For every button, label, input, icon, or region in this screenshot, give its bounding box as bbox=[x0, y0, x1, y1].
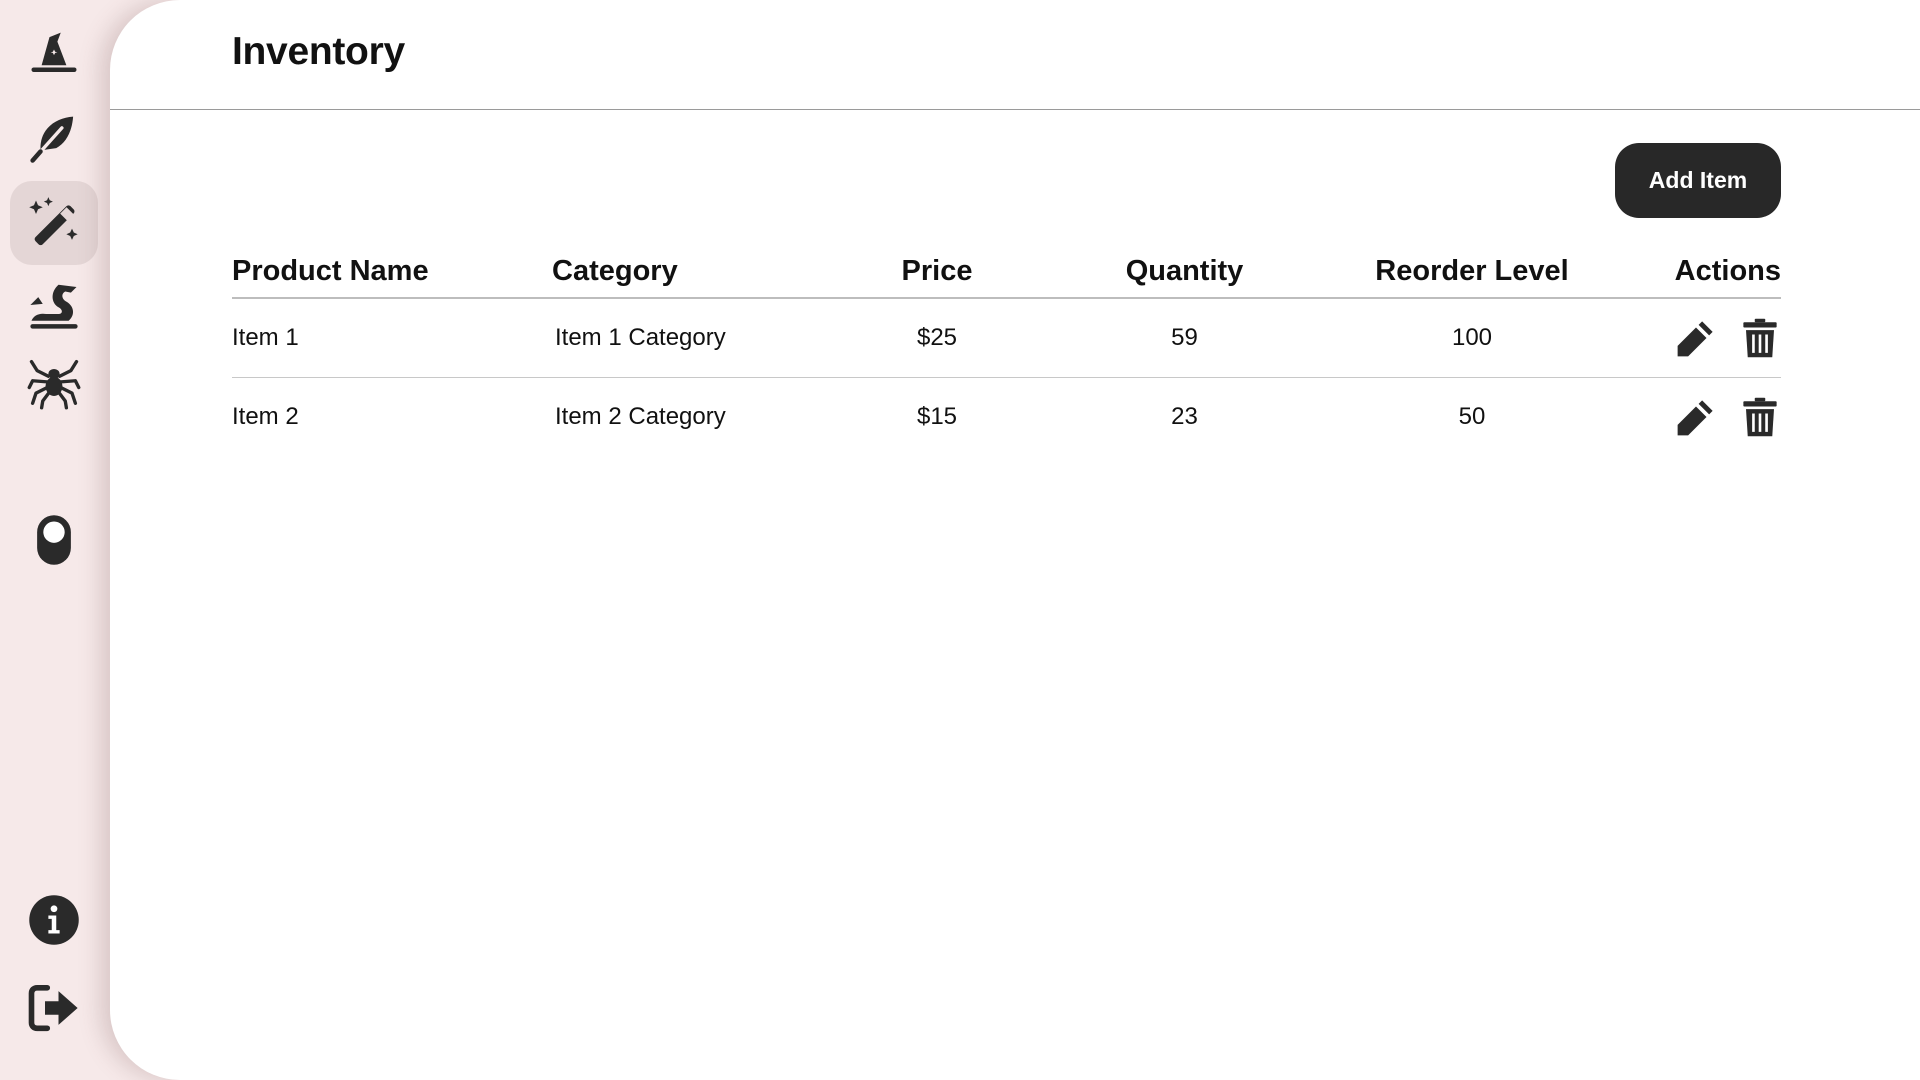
actions-cell bbox=[1597, 298, 1781, 378]
quantity-cell: 23 bbox=[1171, 403, 1198, 430]
column-header-quantity: Quantity bbox=[1022, 245, 1347, 299]
inventory-table: Product Name Category Price Quantity Reo… bbox=[232, 245, 1781, 456]
column-header-actions: Actions bbox=[1597, 245, 1781, 299]
delete-button[interactable] bbox=[1739, 317, 1781, 359]
price-cell: $15 bbox=[916, 403, 958, 430]
dragon-icon bbox=[30, 284, 78, 329]
app-window: Inventory Add Item Product Name Category… bbox=[0, 0, 1920, 1080]
logout-icon bbox=[28, 984, 78, 1032]
edit-icon bbox=[1677, 321, 1713, 357]
sidebar-item-spider[interactable] bbox=[10, 341, 98, 425]
page-title: Inventory bbox=[232, 30, 405, 73]
price-cell: $25 bbox=[852, 298, 1022, 378]
reorder-level-cell: 100 bbox=[1347, 298, 1597, 378]
product-name-cell: Item 1 bbox=[232, 298, 552, 378]
product-name-cell: Item 2 bbox=[232, 403, 299, 430]
column-header-reorder-level: Reorder Level bbox=[1347, 245, 1597, 299]
category-cell: Item 2 Category bbox=[555, 403, 726, 430]
spider-icon bbox=[27, 359, 81, 410]
table-header-row: Product Name Category Price Quantity Reo… bbox=[232, 245, 1781, 299]
wizard-hat-icon bbox=[31, 32, 77, 72]
main-panel: Inventory Add Item Product Name Category… bbox=[110, 0, 1920, 1080]
sidebar-item-dragon[interactable] bbox=[10, 263, 98, 347]
sidebar-item-wizard[interactable] bbox=[10, 12, 98, 96]
edit-icon bbox=[1677, 400, 1713, 436]
category-cell: Item 1 Category bbox=[552, 298, 852, 378]
table-row: Item 1 Item 1 Category $25 59 100 bbox=[232, 298, 1781, 378]
table-row: Item 2 Item 2 Category $15 23 50 bbox=[232, 378, 1781, 457]
reorder-level-cell: 50 bbox=[1458, 403, 1486, 430]
add-item-button[interactable]: Add Item bbox=[1615, 143, 1781, 218]
info-icon bbox=[29, 895, 79, 945]
feather-icon bbox=[30, 116, 74, 163]
actions-cell bbox=[1597, 378, 1781, 457]
delete-icon bbox=[1743, 318, 1777, 358]
column-header-category: Category bbox=[552, 245, 852, 299]
delete-icon bbox=[1743, 397, 1777, 437]
column-header-price: Price bbox=[852, 245, 1022, 299]
quantity-cell: 59 bbox=[1022, 298, 1347, 378]
edit-button[interactable] bbox=[1675, 317, 1717, 359]
sidebar-item-toggle[interactable] bbox=[10, 498, 98, 582]
sidebar-item-logout[interactable] bbox=[10, 966, 98, 1050]
sidebar-item-feather[interactable] bbox=[10, 96, 98, 180]
header: Inventory bbox=[110, 0, 1920, 110]
magic-wand-sparkles-icon bbox=[29, 197, 78, 246]
sidebar-item-info[interactable] bbox=[10, 878, 98, 962]
column-header-product-name: Product Name bbox=[232, 245, 552, 299]
delete-button[interactable] bbox=[1739, 396, 1781, 438]
toggle-icon bbox=[37, 515, 71, 565]
edit-button[interactable] bbox=[1675, 396, 1717, 438]
sidebar bbox=[0, 0, 110, 1080]
sidebar-item-magic-wand[interactable] bbox=[10, 181, 98, 265]
